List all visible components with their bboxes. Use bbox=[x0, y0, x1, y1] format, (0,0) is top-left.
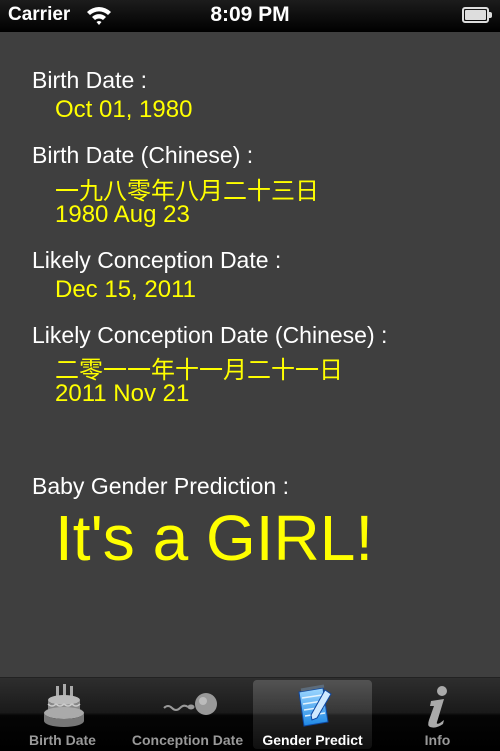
info-icon bbox=[375, 682, 500, 730]
tab-info-label: Info bbox=[424, 732, 451, 748]
tab-birth-date-label: Birth Date bbox=[29, 732, 96, 748]
conception-date-chinese-label: Likely Conception Date (Chinese) : bbox=[32, 322, 388, 348]
tab-bar: Birth Date Conception Date Gender Predic… bbox=[0, 677, 500, 750]
birthday-cake-icon bbox=[0, 682, 125, 730]
gender-prediction-screen: Birth Date : Oct 01, 1980 Birth Date (Ch… bbox=[0, 32, 500, 677]
status-time: 8:09 PM bbox=[210, 3, 290, 26]
battery-icon bbox=[462, 7, 492, 23]
birth-date-label: Birth Date : bbox=[32, 67, 148, 93]
birth-date-value: Oct 01, 1980 bbox=[55, 96, 193, 123]
birth-date-chinese-value: 1980 Aug 23 bbox=[55, 201, 190, 228]
gender-prediction-result: It's a GIRL! bbox=[55, 502, 374, 574]
sperm-egg-icon bbox=[125, 682, 250, 730]
tab-gender-predict[interactable]: Gender Predict bbox=[250, 678, 375, 751]
conception-date-chinese-value: 2011 Nov 21 bbox=[55, 380, 190, 407]
tab-conception-date-label: Conception Date bbox=[131, 732, 244, 748]
gender-prediction-label: Baby Gender Prediction : bbox=[32, 473, 289, 499]
conception-date-label: Likely Conception Date : bbox=[32, 247, 282, 273]
tab-gender-predict-label: Gender Predict bbox=[262, 732, 363, 748]
tab-birth-date[interactable]: Birth Date bbox=[0, 678, 125, 751]
status-bar: Carrier 8:09 PM bbox=[0, 0, 500, 32]
tab-conception-date[interactable]: Conception Date bbox=[125, 678, 250, 751]
notepad-pencil-icon bbox=[250, 682, 375, 730]
tab-info[interactable]: Info bbox=[375, 678, 500, 751]
birth-date-chinese-label: Birth Date (Chinese) : bbox=[32, 142, 254, 168]
conception-date-value: Dec 15, 2011 bbox=[55, 276, 196, 303]
